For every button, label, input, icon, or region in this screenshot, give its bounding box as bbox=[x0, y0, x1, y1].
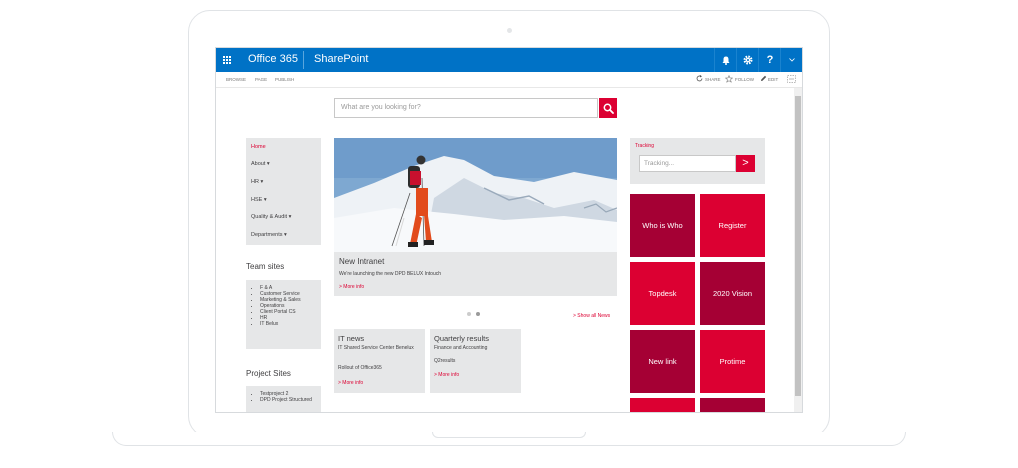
team-sites-list: F & A Customer Service Marketing & Sales… bbox=[246, 280, 321, 349]
quarterly-results-card: Quarterly results Finance and Accounting… bbox=[430, 329, 521, 393]
suite-title[interactable]: Office 365 bbox=[248, 53, 298, 65]
carousel-dot[interactable] bbox=[467, 312, 471, 316]
nav-item-label: Departments bbox=[251, 232, 283, 238]
nav-item-hse[interactable]: HSE ▾ bbox=[251, 197, 267, 203]
news-more-link[interactable]: > More info bbox=[339, 284, 364, 290]
search-button[interactable] bbox=[599, 98, 617, 118]
app-launcher-icon[interactable] bbox=[216, 48, 238, 72]
submenu-arrow-icon: ▾ bbox=[266, 161, 270, 167]
search-placeholder: What are you looking for? bbox=[341, 104, 421, 111]
card-heading[interactable]: Quarterly results bbox=[434, 334, 489, 343]
carousel-pagination bbox=[467, 303, 485, 321]
account-menu-button[interactable] bbox=[780, 48, 802, 72]
submenu-arrow-icon: ▾ bbox=[284, 232, 287, 238]
card-subtitle: Finance and Accounting bbox=[434, 345, 488, 351]
project-sites-heading: Project Sites bbox=[246, 369, 291, 378]
card-subtitle: IT Shared Service Center Benelux bbox=[338, 345, 414, 351]
laptop-notch bbox=[432, 432, 586, 438]
help-icon: ? bbox=[766, 54, 774, 66]
project-site-link[interactable]: DPD Project Structured bbox=[260, 397, 321, 403]
news-text: We're launching the new DPD BELUX Intouc… bbox=[339, 271, 442, 277]
tile-register[interactable]: Register bbox=[700, 194, 765, 257]
submenu-arrow-icon: ▾ bbox=[263, 197, 267, 203]
tracking-placeholder: Tracking... bbox=[644, 160, 675, 167]
tracking-submit-button[interactable]: > bbox=[736, 155, 755, 172]
card-more-link[interactable]: > More info bbox=[434, 372, 459, 378]
news-image[interactable] bbox=[334, 138, 617, 252]
it-news-card: IT news IT Shared Service Center Benelux… bbox=[334, 329, 425, 393]
tracking-panel: Tracking Tracking... > bbox=[630, 138, 765, 184]
search-input[interactable]: What are you looking for? bbox=[334, 98, 598, 118]
search-icon bbox=[603, 103, 614, 114]
tile-protime[interactable]: Protime bbox=[700, 330, 765, 393]
tile-new-link[interactable]: New link bbox=[630, 330, 695, 393]
tile-topdesk[interactable]: Topdesk bbox=[630, 262, 695, 325]
sync-icon bbox=[696, 75, 703, 83]
chevron-down-icon bbox=[789, 58, 795, 62]
pencil-icon bbox=[760, 75, 767, 83]
submenu-arrow-icon: ▾ bbox=[260, 179, 264, 185]
suite-bar: Office 365 SharePoint ? bbox=[216, 48, 802, 72]
nav-item-about[interactable]: About ▾ bbox=[251, 161, 270, 167]
nav-item-label: Home bbox=[251, 144, 266, 150]
submenu-arrow-icon: ▾ bbox=[288, 214, 292, 220]
team-sites-heading: Team sites bbox=[246, 262, 285, 271]
app-name[interactable]: SharePoint bbox=[314, 53, 368, 65]
sharepoint-window: Office 365 SharePoint ? BROWSE PAGE PUBL… bbox=[215, 47, 803, 413]
tile-partial[interactable] bbox=[700, 398, 765, 412]
follow-button[interactable]: FOLLOW bbox=[735, 77, 754, 82]
nav-item-label: About bbox=[251, 161, 266, 167]
ribbon: BROWSE PAGE PUBLISH SHARE FOLLOW EDIT bbox=[216, 72, 802, 88]
nav-item-label: HSE bbox=[251, 197, 263, 203]
card-more-link[interactable]: > More info bbox=[338, 380, 363, 386]
webcam bbox=[507, 28, 512, 33]
help-button[interactable]: ? bbox=[758, 48, 781, 72]
tile-2020-vision[interactable]: 2020 Vision bbox=[700, 262, 765, 325]
edit-button[interactable]: EDIT bbox=[768, 77, 778, 82]
nav-item-label: HR bbox=[251, 179, 259, 185]
card-heading[interactable]: IT news bbox=[338, 334, 364, 343]
nav-item-label: Quality & Audit bbox=[251, 214, 288, 220]
bell-icon bbox=[722, 56, 730, 65]
scrollbar-thumb[interactable] bbox=[795, 96, 801, 396]
tracking-label: Tracking bbox=[635, 143, 654, 149]
tab-browse[interactable]: BROWSE bbox=[226, 77, 246, 82]
suite-divider bbox=[303, 51, 304, 69]
card-text: Rollout of Office365 bbox=[338, 365, 382, 371]
tab-publish[interactable]: PUBLISH bbox=[275, 77, 294, 82]
show-all-news-link[interactable]: > Show all News bbox=[573, 313, 610, 319]
share-button[interactable]: SHARE bbox=[705, 77, 721, 82]
news-carousel: New Intranet We're launching the new DPD… bbox=[334, 138, 617, 296]
carousel-dot-active[interactable] bbox=[476, 312, 480, 316]
team-site-link[interactable]: IT Belux bbox=[260, 321, 321, 327]
tracking-input[interactable]: Tracking... bbox=[639, 155, 736, 172]
gear-icon bbox=[743, 55, 753, 65]
nav-item-hr[interactable]: HR ▾ bbox=[251, 179, 263, 185]
tab-page[interactable]: PAGE bbox=[255, 77, 267, 82]
nav-item-quality-audit[interactable]: Quality & Audit ▾ bbox=[251, 214, 291, 220]
nav-item-home[interactable]: Home bbox=[251, 144, 266, 150]
left-navigation: Home About ▾ HR ▾ HSE ▾ Quality & Audit … bbox=[246, 138, 321, 245]
nav-item-departments[interactable]: Departments ▾ bbox=[251, 232, 287, 238]
star-icon bbox=[724, 74, 734, 84]
tile-who-is-who[interactable]: Who is Who bbox=[630, 194, 695, 257]
tile-partial[interactable] bbox=[630, 398, 695, 412]
news-title[interactable]: New Intranet bbox=[339, 257, 384, 266]
notifications-button[interactable] bbox=[714, 48, 737, 72]
card-text: Q2results bbox=[434, 358, 456, 364]
settings-button[interactable] bbox=[736, 48, 759, 72]
focus-content-icon[interactable] bbox=[787, 75, 796, 84]
project-sites-list: Testproject 2 DPD Project Structured bbox=[246, 386, 321, 412]
